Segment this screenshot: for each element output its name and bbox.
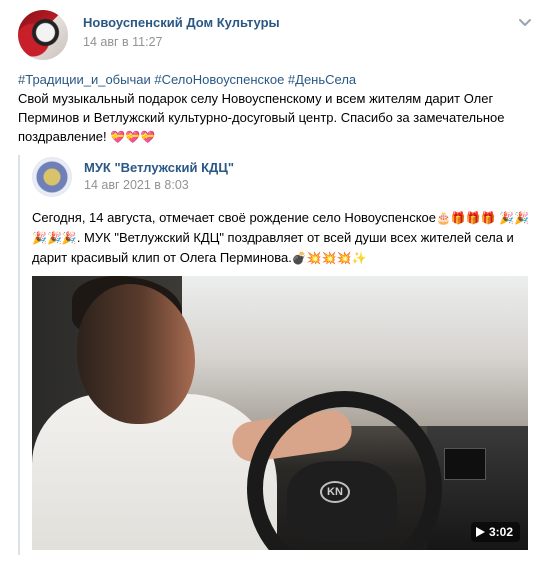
post-text: #Традиции_и_обычаи #СелоНовоуспенское #Д… [18,70,538,147]
hashtag-link[interactable]: #ДеньСела [288,72,356,87]
car-display [444,448,486,480]
bomb-boom-emoji: 💣💥💥💥✨ [291,251,367,265]
post-date[interactable]: 14 авг в 11:27 [83,35,162,49]
repost-divider [18,155,20,555]
video-player[interactable]: KN 3:02 [32,276,528,550]
repost-avatar[interactable] [32,157,72,197]
group-name-link[interactable]: Новоуспенский Дом Культуры [83,15,280,30]
post-body-text: Свой музыкальный подарок селу Новоуспенс… [18,91,505,144]
play-icon [475,527,485,537]
repost-date[interactable]: 14 авг 2021 в 8:03 [84,178,189,192]
video-duration: 3:02 [488,525,513,539]
repost-text: Сегодня, 14 августа, отмечает своё рожде… [32,208,532,268]
repost-author-link[interactable]: МУК "Ветлужский КДЦ" [84,160,234,175]
wall-post: Новоуспенский Дом Культуры 14 авг в 11:2… [0,0,555,562]
hashtag-link[interactable]: #СелоНовоуспенское [154,72,284,87]
group-avatar[interactable] [18,10,68,60]
heart-emoji: 💝💝💝 [110,130,156,144]
video-duration-badge[interactable]: 3:02 [470,522,520,542]
car-logo: KN [320,481,350,503]
cake-gift-emoji: 🎂🎁🎁🎁 [435,211,496,225]
chevron-down-icon[interactable] [517,14,533,30]
repost-text-part1: Сегодня, 14 августа, отмечает своё рожде… [32,210,436,225]
repost-text-part2: . МУК "Ветлужский КДЦ" поздравляет от вс… [32,230,514,265]
hashtag-link[interactable]: #Традиции_и_обычаи [18,72,151,87]
